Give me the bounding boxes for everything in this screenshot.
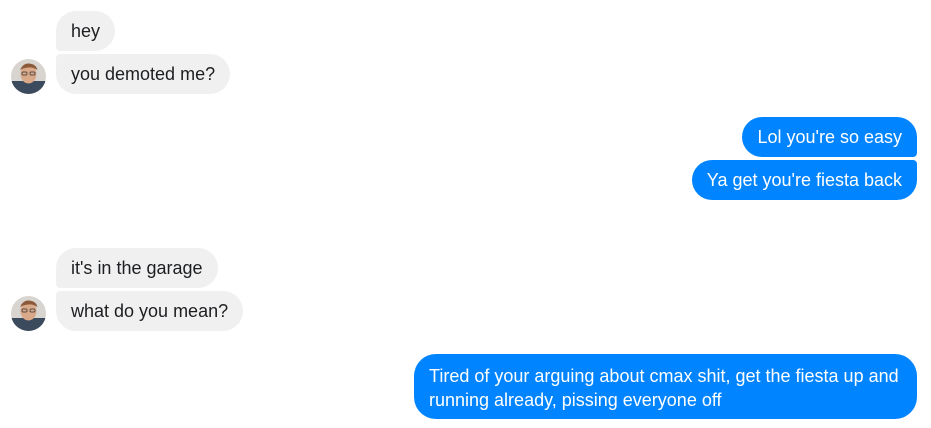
outgoing-message[interactable]: Lol you're so easy xyxy=(742,117,917,157)
incoming-message[interactable]: it's in the garage xyxy=(56,248,218,288)
outgoing-message[interactable]: Tired of your arguing about cmax shit, g… xyxy=(414,354,917,419)
incoming-message[interactable]: what do you mean? xyxy=(56,291,244,331)
incoming-message[interactable]: hey xyxy=(56,11,116,51)
contact-avatar[interactable] xyxy=(11,59,46,94)
incoming-message[interactable]: you demoted me? xyxy=(56,54,231,94)
outgoing-message[interactable]: Ya get you're fiesta back xyxy=(691,160,917,200)
contact-avatar[interactable] xyxy=(11,296,46,331)
